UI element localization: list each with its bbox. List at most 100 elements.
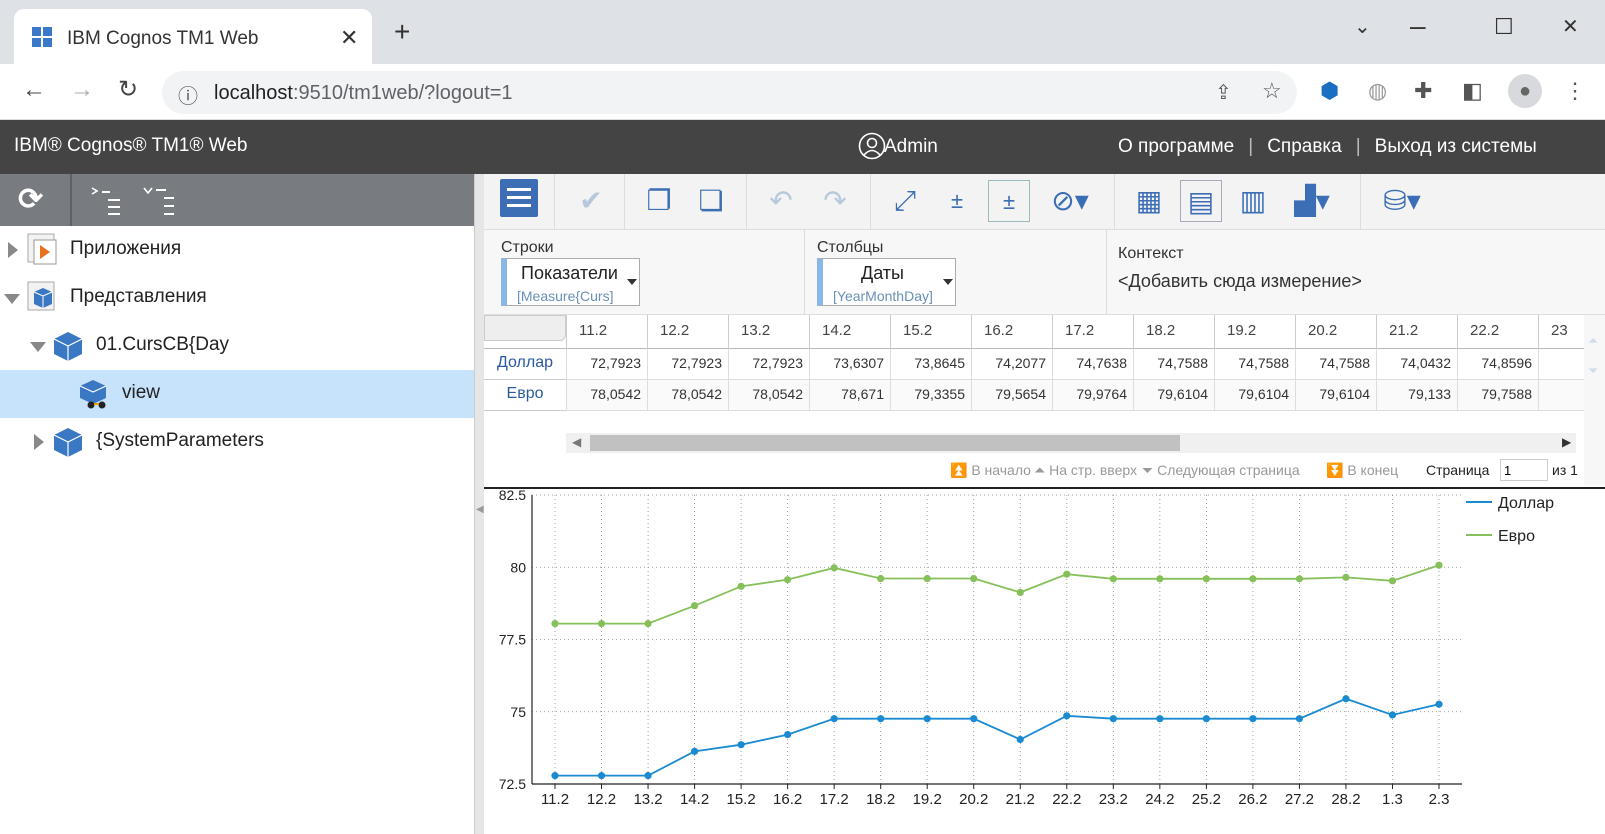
column-header[interactable]: 17.2 — [1052, 315, 1133, 349]
extension-box-icon[interactable]: ⬢ — [1320, 78, 1339, 104]
data-point[interactable] — [551, 620, 559, 628]
grid-cell[interactable]: 74,7588 — [1133, 349, 1214, 380]
rows-dimension[interactable]: Показатели [Measure{Curs] — [501, 258, 640, 306]
dropdown-arrow-icon[interactable] — [943, 279, 953, 285]
data-point[interactable] — [1156, 715, 1164, 723]
data-point[interactable] — [1249, 715, 1257, 723]
row-header[interactable]: Доллар — [484, 349, 566, 380]
data-point[interactable] — [1016, 735, 1024, 744]
data-point[interactable] — [1342, 573, 1350, 581]
tree-item-cube-curscb[interactable]: 01.CursCB{Day — [0, 322, 474, 370]
data-point[interactable] — [597, 620, 606, 628]
data-point[interactable] — [1435, 700, 1443, 708]
data-point[interactable] — [1063, 712, 1071, 720]
grid-cell[interactable]: 74,7588 — [1295, 349, 1376, 380]
scroll-down-icon[interactable]: ⏷ — [1588, 363, 1598, 379]
data-point[interactable] — [551, 772, 559, 780]
tree-item-applications[interactable]: Приложения — [0, 226, 474, 274]
grid-cell[interactable]: 78,671 — [809, 380, 890, 411]
column-header[interactable]: 18.2 — [1133, 315, 1214, 349]
column-header[interactable]: 19.2 — [1214, 315, 1295, 349]
data-point[interactable] — [1202, 715, 1210, 723]
data-point[interactable] — [1295, 715, 1304, 723]
menu-icon[interactable] — [500, 179, 538, 217]
grid-cell[interactable]: 78,0542 — [647, 380, 728, 411]
data-point[interactable] — [1388, 711, 1397, 719]
data-point[interactable] — [1342, 695, 1350, 703]
data-point[interactable] — [737, 582, 745, 590]
bookmark-star-icon[interactable]: ☆ — [1262, 78, 1282, 104]
data-point[interactable] — [1435, 561, 1443, 569]
column-header[interactable]: 15.2 — [890, 315, 971, 349]
panel-splitter[interactable]: ◀ — [474, 174, 484, 834]
vertical-scrollbar[interactable]: ⏶ ⏷ — [1584, 315, 1605, 485]
tree-item-views[interactable]: Представления — [0, 274, 474, 322]
data-point[interactable] — [644, 772, 652, 780]
data-point[interactable] — [690, 747, 699, 755]
grid-cell[interactable]: 79,6104 — [1133, 380, 1214, 411]
grid-cell[interactable]: 79,6104 — [1214, 380, 1295, 411]
column-header[interactable]: 14.2 — [809, 315, 890, 349]
data-point[interactable] — [644, 620, 652, 628]
data-point[interactable] — [1249, 575, 1257, 583]
expand-tree-icon[interactable] — [90, 184, 124, 218]
data-point[interactable] — [1063, 570, 1071, 578]
collapse-arrow-icon[interactable] — [30, 342, 46, 352]
expand-arrow-icon[interactable] — [34, 434, 44, 450]
data-point[interactable] — [1295, 575, 1304, 583]
data-point[interactable] — [923, 715, 931, 723]
side-panel-icon[interactable]: ◧ — [1462, 78, 1483, 104]
suppress-zeros-icon[interactable]: ⊘▾ — [1042, 180, 1098, 222]
paste-icon[interactable]: ❏ — [690, 180, 732, 222]
column-header[interactable]: 13.2 — [728, 315, 809, 349]
data-point[interactable] — [830, 715, 838, 723]
column-header[interactable]: 20.2 — [1295, 315, 1376, 349]
tree-item-cube-systemparameters[interactable]: {SystemParameters — [0, 418, 474, 466]
reload-icon[interactable]: ↻ — [118, 78, 138, 102]
data-point[interactable] — [877, 715, 885, 723]
grid-cell[interactable]: 78,0542 — [566, 380, 647, 411]
data-point[interactable] — [970, 574, 978, 583]
maximize-icon[interactable]: ☐ — [1494, 14, 1514, 40]
first-page-link[interactable]: ⏫ В начало — [950, 462, 1031, 479]
resize-expand-icon[interactable]: ⤢ — [884, 180, 926, 222]
grid-cell[interactable]: 79,5654 — [971, 380, 1052, 411]
grid-cell[interactable]: 79,3355 — [890, 380, 971, 411]
grid-cell[interactable]: 74,7588 — [1214, 349, 1295, 380]
grid-cell[interactable]: 79,133 — [1376, 380, 1457, 411]
horizontal-scrollbar[interactable]: ◀ ▶ — [566, 433, 1576, 453]
sandbox-bucket-icon[interactable]: ⛁▾ — [1374, 180, 1430, 222]
address-bar[interactable]: ⓘ localhost:9510/tm1web/?logout=1 ⇪ ☆ — [162, 71, 1297, 114]
data-point[interactable] — [830, 564, 838, 572]
data-point[interactable] — [970, 715, 978, 723]
refresh-icon[interactable]: ⟳ — [18, 182, 43, 217]
scroll-left-icon[interactable]: ◀ — [572, 435, 581, 449]
grid-cell[interactable]: 74,0432 — [1376, 349, 1457, 380]
data-point[interactable] — [690, 602, 699, 610]
commit-check-icon[interactable]: ✔ — [570, 180, 612, 222]
grid-cell[interactable]: 79,9764 — [1052, 380, 1133, 411]
data-point[interactable] — [1388, 577, 1397, 585]
auto-recalculate-icon[interactable]: ± — [988, 180, 1030, 222]
data-point[interactable] — [1109, 715, 1117, 723]
redo-icon[interactable]: ↷ — [814, 180, 856, 222]
data-point[interactable] — [1202, 575, 1210, 583]
column-header[interactable]: 21.2 — [1376, 315, 1457, 349]
grid-cell[interactable]: 73,6307 — [809, 349, 890, 380]
new-tab-icon[interactable]: + — [394, 18, 410, 46]
data-point[interactable] — [1016, 588, 1024, 596]
recalculate-icon[interactable]: ± — [936, 180, 978, 222]
undo-icon[interactable]: ↶ — [760, 180, 802, 222]
profile-avatar[interactable]: ● — [1508, 74, 1542, 108]
last-page-link[interactable]: ⏬ В конец — [1326, 462, 1398, 479]
grid-cell[interactable]: 72,7923 — [728, 349, 809, 380]
data-point[interactable] — [1109, 575, 1117, 583]
forward-icon[interactable]: → — [70, 78, 94, 102]
scroll-up-icon[interactable]: ⏶ — [1588, 333, 1598, 349]
extensions-puzzle-icon[interactable]: ✚ — [1414, 78, 1432, 104]
data-point[interactable] — [923, 574, 931, 583]
column-header[interactable]: 22.2 — [1457, 315, 1538, 349]
logout-link[interactable]: Выход из системы — [1375, 136, 1537, 157]
chart-type-icon[interactable]: ▟▾ — [1284, 180, 1340, 222]
tab-search-chevron-icon[interactable]: ⌄ — [1354, 14, 1371, 39]
